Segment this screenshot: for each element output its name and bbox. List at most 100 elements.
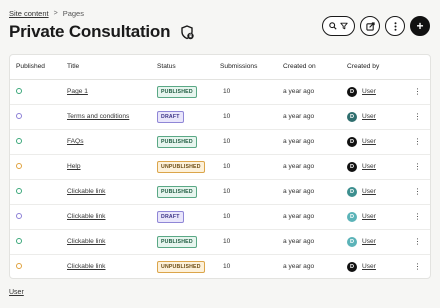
- edit-external-icon: [365, 21, 375, 31]
- created-on-value: a year ago: [283, 263, 315, 271]
- avatar: D: [347, 86, 357, 97]
- row-menu-icon[interactable]: ⋮: [414, 162, 422, 171]
- published-status-dot: [16, 262, 22, 269]
- created-on-value: a year ago: [283, 188, 315, 195]
- row-menu-icon[interactable]: ⋮: [414, 237, 422, 246]
- published-status-dot: [16, 112, 22, 119]
- published-status-dot: [16, 87, 22, 94]
- avatar: D: [347, 111, 357, 122]
- page-title-link[interactable]: Clickable link: [67, 238, 105, 245]
- table-header-row: Published Title Status Submissions Creat…: [10, 55, 430, 80]
- table-row[interactable]: Help UNPUBLISHED 10 a year ago D User ⋮: [10, 154, 430, 180]
- created-by-cell: D User: [347, 136, 405, 147]
- table-row[interactable]: Clickable link DRAFT 10 a year ago D Use…: [10, 204, 430, 230]
- created-on-value: a year ago: [283, 238, 315, 245]
- submissions-count: 10: [223, 138, 231, 145]
- title-row: Private Consultation: [9, 22, 195, 42]
- status-badge: UNPUBLISHED: [157, 260, 205, 273]
- breadcrumb-site-content-link[interactable]: Site content: [9, 9, 49, 18]
- filter-icon: [340, 22, 348, 30]
- row-menu-icon[interactable]: ⋮: [414, 212, 422, 221]
- header-title[interactable]: Title: [67, 55, 157, 80]
- status-badge: PUBLISHED: [157, 135, 197, 148]
- submissions-count: 10: [223, 188, 231, 195]
- header-created-by[interactable]: Created by: [347, 55, 405, 80]
- status-badge: PUBLISHED: [157, 235, 197, 248]
- page-title-link[interactable]: FAQs: [67, 138, 84, 145]
- pages-table: Published Title Status Submissions Creat…: [9, 54, 431, 279]
- row-menu-icon[interactable]: ⋮: [414, 262, 422, 271]
- user-link[interactable]: User: [362, 138, 376, 145]
- submissions-count: 10: [223, 213, 231, 220]
- table-row[interactable]: Clickable link PUBLISHED 10 a year ago D…: [10, 179, 430, 205]
- avatar: D: [347, 186, 357, 197]
- table-row[interactable]: Clickable link PUBLISHED 10 a year ago D…: [10, 229, 430, 255]
- created-by-cell: D User: [347, 211, 405, 222]
- row-menu-icon[interactable]: ⋮: [414, 137, 422, 146]
- created-by-cell: D User: [347, 86, 405, 97]
- table-row[interactable]: FAQs PUBLISHED 10 a year ago D User ⋮: [10, 129, 430, 155]
- created-by-cell: D User: [347, 261, 405, 272]
- user-link[interactable]: User: [362, 188, 376, 195]
- page-title-link[interactable]: Terms and conditions: [67, 113, 129, 120]
- published-status-dot: [16, 237, 22, 244]
- more-vertical-icon: [394, 21, 396, 31]
- header-created-on[interactable]: Created on: [283, 55, 347, 80]
- published-status-dot: [16, 187, 22, 194]
- submissions-count: 10: [223, 163, 231, 170]
- submissions-count: 10: [223, 263, 231, 271]
- page-title-link[interactable]: Clickable link: [67, 263, 105, 270]
- created-by-cell: D User: [347, 186, 405, 197]
- breadcrumb-separator: >: [53, 10, 58, 17]
- user-link[interactable]: User: [362, 163, 376, 170]
- header-published[interactable]: Published: [10, 55, 67, 80]
- user-link[interactable]: User: [362, 238, 376, 245]
- created-by-cell: D User: [347, 111, 405, 122]
- created-by-cell: D User: [347, 161, 405, 172]
- header-submissions[interactable]: Submissions: [220, 55, 283, 80]
- created-on-value: a year ago: [283, 213, 315, 220]
- created-by-cell: D User: [347, 236, 405, 247]
- shield-lock-icon[interactable]: [179, 24, 195, 40]
- avatar: D: [347, 261, 357, 272]
- breadcrumb: Site content > Pages: [9, 9, 84, 18]
- user-link[interactable]: User: [362, 213, 376, 220]
- search-filter-button[interactable]: [322, 16, 355, 36]
- table-row[interactable]: Page 1 PUBLISHED 10 a year ago D User ⋮: [10, 79, 430, 105]
- page-title: Private Consultation: [9, 22, 171, 41]
- breadcrumb-current: Pages: [62, 9, 84, 18]
- table-row[interactable]: Terms and conditions DRAFT 10 a year ago…: [10, 104, 430, 130]
- search-icon: [329, 22, 337, 30]
- header-status[interactable]: Status: [157, 55, 220, 80]
- status-badge: DRAFT: [157, 210, 184, 223]
- toolbar: +: [322, 16, 430, 36]
- edit-external-button[interactable]: [360, 16, 380, 36]
- submissions-count: 10: [223, 88, 231, 95]
- user-link[interactable]: User: [362, 113, 376, 120]
- status-badge: UNPUBLISHED: [157, 160, 205, 173]
- header-actions: [405, 55, 430, 80]
- status-badge: PUBLISHED: [157, 185, 197, 198]
- created-on-value: a year ago: [283, 138, 315, 145]
- submissions-count: 10: [223, 113, 231, 120]
- page-title-link[interactable]: Page 1: [67, 88, 88, 95]
- add-page-button[interactable]: +: [410, 16, 430, 36]
- avatar: D: [347, 161, 357, 172]
- row-menu-icon[interactable]: ⋮: [414, 187, 422, 196]
- user-link[interactable]: User: [362, 263, 376, 270]
- table-row[interactable]: Clickable link UNPUBLISHED 10 a year ago…: [10, 254, 430, 278]
- more-options-button[interactable]: [385, 16, 405, 36]
- avatar: D: [347, 236, 357, 247]
- published-status-dot: [16, 212, 22, 219]
- avatar: D: [347, 136, 357, 147]
- page-title-link[interactable]: Help: [67, 163, 81, 170]
- row-menu-icon[interactable]: ⋮: [414, 112, 422, 121]
- created-on-value: a year ago: [283, 163, 315, 170]
- published-status-dot: [16, 137, 22, 144]
- page-title-link[interactable]: Clickable link: [67, 213, 105, 220]
- user-link[interactable]: User: [362, 88, 376, 95]
- page-title-link[interactable]: Clickable link: [67, 188, 105, 195]
- row-menu-icon[interactable]: ⋮: [414, 87, 422, 96]
- submissions-count: 10: [223, 238, 231, 245]
- footer-user-link[interactable]: User: [9, 289, 24, 296]
